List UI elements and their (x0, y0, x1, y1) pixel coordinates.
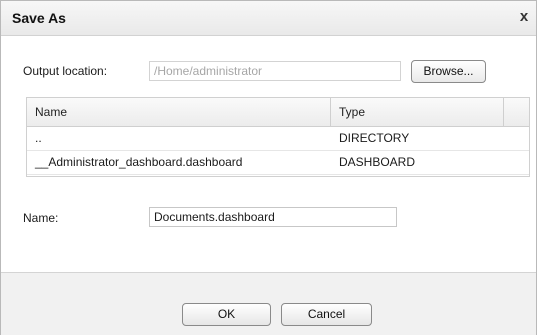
file-table: Name Type .. DIRECTORY __Administrator_d… (26, 97, 530, 177)
file-name-input[interactable] (149, 207, 397, 227)
save-as-dialog: Save As x Output location: Browse... Nam… (0, 0, 537, 335)
output-location-label: Output location: (23, 64, 108, 78)
close-icon[interactable]: x (516, 9, 532, 25)
row-name-cell: __Administrator_dashboard.dashboard (35, 155, 243, 169)
ok-button[interactable]: OK (182, 303, 271, 326)
table-row[interactable]: .. DIRECTORY (27, 126, 529, 151)
row-name-cell: .. (35, 131, 42, 145)
name-label: Name: (23, 211, 59, 225)
column-header-type[interactable]: Type (331, 98, 504, 126)
output-location-field[interactable] (149, 61, 401, 81)
row-type-cell: DASHBOARD (339, 155, 416, 169)
row-type-cell: DIRECTORY (339, 131, 410, 145)
cancel-button[interactable]: Cancel (281, 303, 372, 326)
dialog-titlebar: Save As x (1, 1, 536, 36)
table-row[interactable]: __Administrator_dashboard.dashboard DASH… (27, 150, 529, 175)
table-header: Name Type (27, 98, 529, 127)
dialog-title: Save As (12, 10, 66, 26)
browse-button[interactable]: Browse... (411, 60, 486, 83)
column-header-name[interactable]: Name (27, 98, 331, 126)
